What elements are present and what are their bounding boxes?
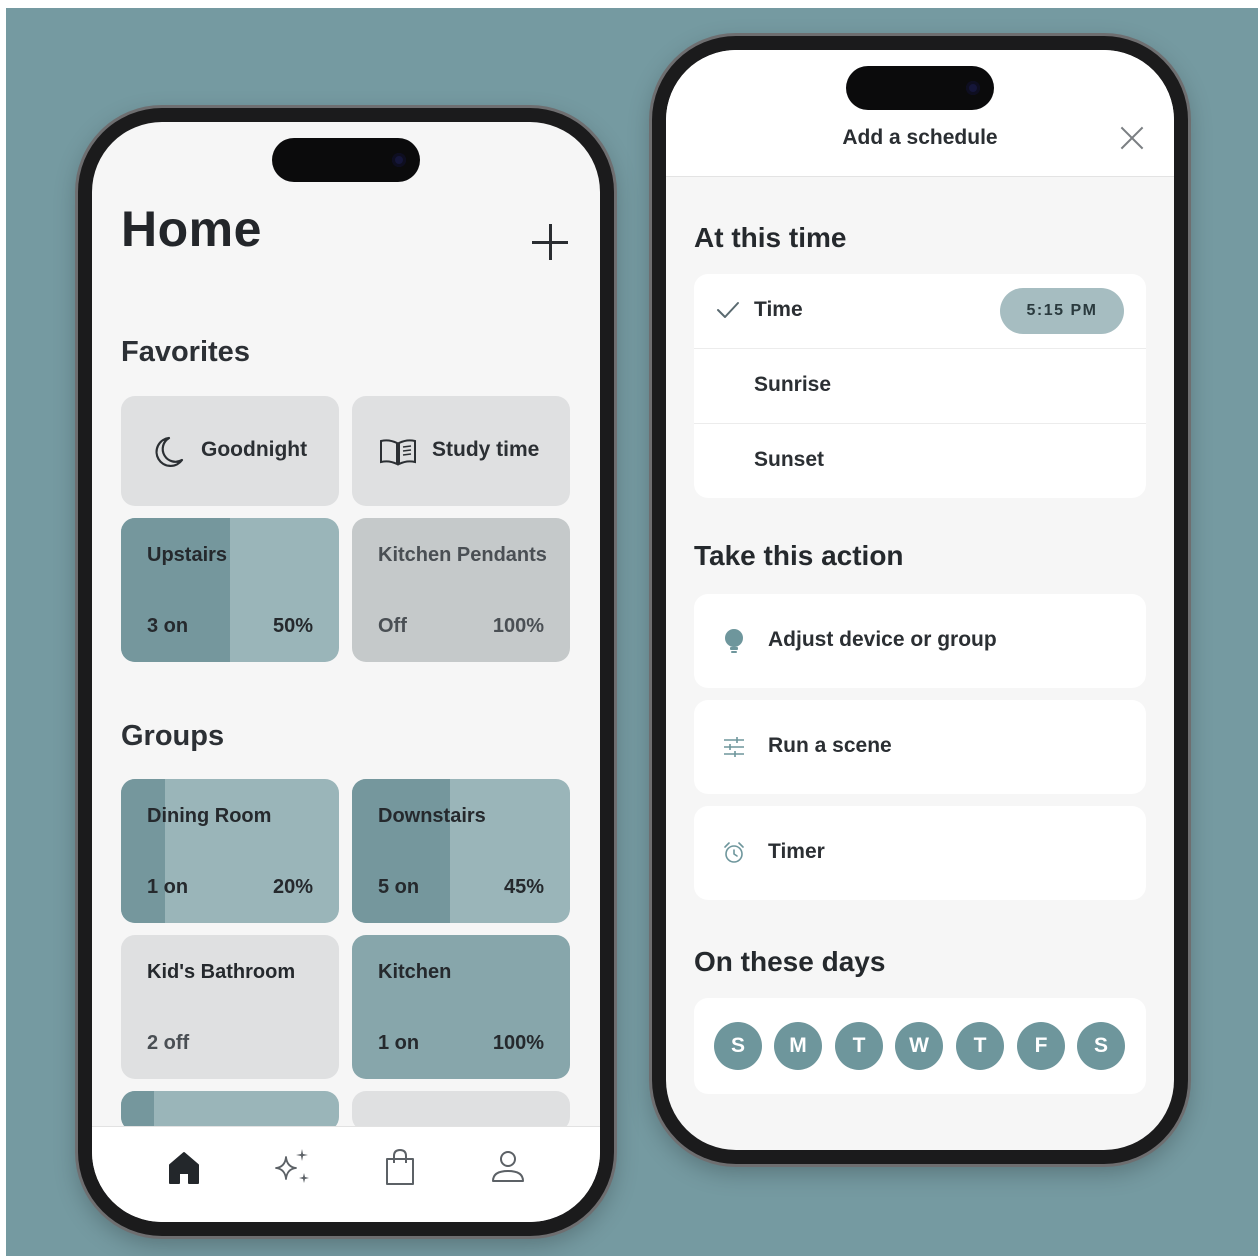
day-picker: S M T W T F S [694, 998, 1146, 1094]
sheet-header: Add a schedule [666, 50, 1174, 177]
action-section-title: Take this action [694, 540, 904, 571]
bulb-icon [725, 629, 743, 653]
group-brightness: 20% [272, 876, 313, 898]
action-label: Run a scene [768, 734, 892, 757]
time-option-sunset[interactable]: Sunset [694, 424, 1146, 498]
days-section-title: On these days [694, 946, 886, 977]
time-value-pill[interactable]: 5:15 PM [1000, 288, 1124, 334]
day-chip-friday[interactable]: F [1017, 1022, 1065, 1070]
group-state: 3 on [147, 615, 189, 637]
group-brightness: 100% [492, 615, 544, 637]
checkmark-icon [717, 302, 739, 318]
group-brightness: 50% [272, 615, 313, 637]
sparkles-icon[interactable] [272, 1147, 312, 1187]
time-option-sunrise[interactable]: Sunrise [694, 349, 1146, 424]
group-state: 2 off [147, 1032, 190, 1054]
favorites-title: Favorites [121, 336, 250, 368]
page-title: Home [121, 201, 262, 257]
action-timer[interactable]: Timer [694, 806, 1146, 900]
group-name: Downstairs [378, 805, 486, 827]
close-icon[interactable] [1120, 126, 1144, 150]
brightness-fill [121, 779, 165, 923]
day-chip-thursday[interactable]: T [956, 1022, 1004, 1070]
tab-bar [92, 1126, 600, 1222]
day-chip-monday[interactable]: M [774, 1022, 822, 1070]
day-chip-wednesday[interactable]: W [895, 1022, 943, 1070]
group-brightness: 45% [503, 876, 544, 898]
sheet-title: Add a schedule [842, 126, 998, 149]
schedule-screen: Add a schedule At this time Time 5:15 PM… [666, 50, 1174, 1150]
time-section-title: At this time [694, 222, 847, 253]
person-icon[interactable] [488, 1147, 528, 1187]
alarm-clock-icon [724, 842, 744, 863]
group-state: 1 on [378, 1032, 420, 1054]
home-screen: Home Favorites Goodnight Study time Upst… [92, 122, 600, 1222]
group-name: Dining Room [147, 805, 272, 827]
time-option-time[interactable]: Time 5:15 PM [694, 274, 1146, 349]
group-name: Kitchen Pendants [378, 544, 547, 566]
shopping-bag-icon[interactable] [380, 1147, 420, 1187]
day-chip-tuesday[interactable]: T [835, 1022, 883, 1070]
group-tile-kitchen-pendants[interactable]: Kitchen Pendants Off 100% [352, 518, 570, 662]
group-tile-upstairs[interactable]: Upstairs 3 on 50% [121, 518, 339, 662]
scene-label: Goodnight [201, 438, 308, 461]
book-icon [380, 439, 416, 466]
action-run-scene[interactable]: Run a scene [694, 700, 1146, 794]
group-name: Upstairs [147, 544, 228, 566]
group-state: 5 on [378, 876, 420, 898]
scene-study-time[interactable]: Study time [352, 396, 570, 506]
day-chip-saturday[interactable]: S [1077, 1022, 1125, 1070]
group-tile-kids-bathroom[interactable]: Kid's Bathroom 2 off [121, 935, 339, 1079]
moon-icon [155, 436, 184, 467]
scene-goodnight[interactable]: Goodnight [121, 396, 339, 506]
group-state: 1 on [147, 876, 189, 898]
brightness-fill [121, 518, 230, 662]
scene-label: Study time [432, 438, 540, 461]
dynamic-island [272, 138, 420, 182]
time-option-label: Sunset [754, 448, 825, 471]
group-tile-downstairs[interactable]: Downstairs 5 on 45% [352, 779, 570, 923]
brightness-fill [352, 779, 451, 923]
action-label: Timer [768, 840, 825, 863]
group-tile-partial[interactable] [121, 1091, 339, 1131]
phone-schedule: Add a schedule At this time Time 5:15 PM… [652, 36, 1188, 1164]
group-brightness: 100% [492, 1032, 544, 1054]
group-state: Off [378, 615, 407, 637]
time-option-label: Time [754, 298, 803, 321]
time-options: Time 5:15 PM Sunrise Sunset [694, 274, 1146, 498]
action-adjust-device[interactable]: Adjust device or group [694, 594, 1146, 688]
group-tile-dining-room[interactable]: Dining Room 1 on 20% [121, 779, 339, 923]
groups-title: Groups [121, 720, 225, 752]
phone-home: Home Favorites Goodnight Study time Upst… [78, 108, 614, 1236]
action-label: Adjust device or group [768, 628, 997, 651]
sliders-icon [724, 737, 744, 757]
day-chip-sunday[interactable]: S [714, 1022, 762, 1070]
plus-icon[interactable] [532, 224, 568, 260]
time-option-label: Sunrise [754, 373, 832, 396]
home-icon[interactable] [164, 1147, 204, 1187]
group-tile-kitchen[interactable]: Kitchen 1 on 100% [352, 935, 570, 1079]
group-name: Kitchen [378, 961, 452, 983]
group-tile-partial[interactable] [352, 1091, 570, 1131]
dynamic-island [846, 66, 994, 110]
group-name: Kid's Bathroom [147, 961, 296, 983]
